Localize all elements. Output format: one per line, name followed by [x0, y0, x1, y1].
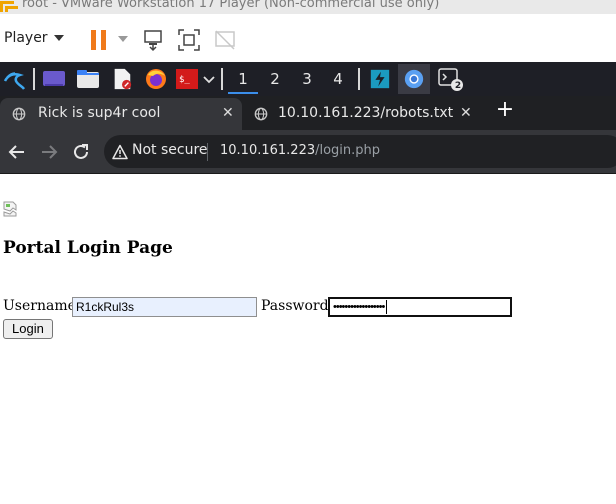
reload-icon[interactable]	[70, 141, 92, 163]
not-secure-label[interactable]: Not secure	[132, 142, 208, 158]
page-title: Portal Login Page	[3, 238, 173, 258]
omnibox-divider	[207, 143, 208, 161]
url-text[interactable]: 10.10.161.223/login.php	[220, 143, 380, 158]
broken-image-icon	[3, 201, 17, 217]
kali-taskbar: $_ 1 2 3 4 2	[0, 62, 616, 96]
vmware-title-bar: root - VMware Workstation 17 Player (Non…	[0, 0, 616, 14]
password-label: Password:	[261, 298, 334, 314]
taskbar-separator	[33, 68, 35, 90]
vmware-toolbar: Player	[0, 14, 616, 62]
launcher-chevron-down-icon[interactable]	[202, 67, 216, 91]
kali-menu-icon[interactable]	[2, 67, 26, 91]
taskbar-separator	[221, 68, 223, 90]
pause-icon[interactable]	[91, 30, 107, 50]
pause-menu-chevron-icon[interactable]	[118, 36, 128, 42]
workspace-1[interactable]: 1	[228, 68, 258, 94]
tab-robots-txt[interactable]: 10.10.161.223/robots.txt ✕	[244, 98, 480, 130]
text-editor-icon[interactable]	[111, 67, 133, 91]
firefox-icon[interactable]	[144, 67, 168, 91]
login-button[interactable]: Login	[3, 319, 53, 339]
terminal-emulator-icon[interactable]: $_	[175, 67, 199, 91]
forward-arrow-icon[interactable]	[38, 141, 60, 163]
close-icon[interactable]: ✕	[222, 105, 234, 121]
vmware-logo-icon	[0, 0, 18, 12]
workspace-4[interactable]: 4	[323, 68, 353, 92]
unity-mode-icon	[215, 30, 235, 50]
back-arrow-icon[interactable]	[6, 141, 28, 163]
chevron-down-icon[interactable]	[54, 35, 64, 41]
text-cursor	[386, 300, 388, 315]
new-tab-button[interactable]: +	[494, 99, 516, 121]
tab-title: Rick is sup4r cool	[38, 105, 161, 121]
window-title: root - VMware Workstation 17 Player (Non…	[22, 0, 440, 11]
player-menu[interactable]: Player	[4, 30, 48, 46]
taskbar-separator	[358, 68, 360, 90]
password-mask: ••••••••••••••••••	[333, 301, 385, 313]
password-field[interactable]: ••••••••••••••••••	[328, 297, 512, 317]
url-host: 10.10.161.223	[220, 143, 316, 158]
tab-rick-is-sup4r-cool[interactable]: Rick is sup4r cool ✕	[0, 98, 242, 130]
workspace-2[interactable]: 2	[260, 68, 290, 92]
browser-tab-strip: Rick is sup4r cool ✕ 10.10.161.223/robot…	[0, 96, 616, 130]
browser-toolbar: Not secure 10.10.161.223/login.php	[0, 130, 616, 173]
app-window-icon[interactable]	[369, 67, 391, 91]
globe-icon	[12, 107, 26, 121]
username-field[interactable]: R1ckRul3s	[72, 297, 257, 317]
address-bar[interactable]: Not secure 10.10.161.223/login.php	[104, 135, 616, 168]
tab-title: 10.10.161.223/robots.txt	[278, 105, 454, 121]
terminal-count-badge: 2	[454, 81, 462, 91]
svg-text:$_: $_	[179, 75, 190, 85]
url-path: /login.php	[315, 143, 381, 158]
fullscreen-icon[interactable]	[177, 28, 201, 52]
file-manager-icon[interactable]	[76, 67, 100, 91]
username-label: Username:	[3, 298, 81, 314]
globe-icon	[254, 107, 268, 121]
chromium-icon[interactable]	[403, 67, 425, 91]
workspace-3[interactable]: 3	[292, 68, 322, 92]
close-icon[interactable]: ✕	[460, 105, 472, 121]
warning-icon[interactable]	[112, 144, 128, 160]
send-ctrl-alt-del-icon[interactable]	[142, 28, 166, 52]
username-value: R1ckRul3s	[76, 300, 135, 314]
page-content: Portal Login Page Username: R1ckRul3s Pa…	[0, 174, 616, 504]
desktop-icon[interactable]	[42, 67, 66, 91]
